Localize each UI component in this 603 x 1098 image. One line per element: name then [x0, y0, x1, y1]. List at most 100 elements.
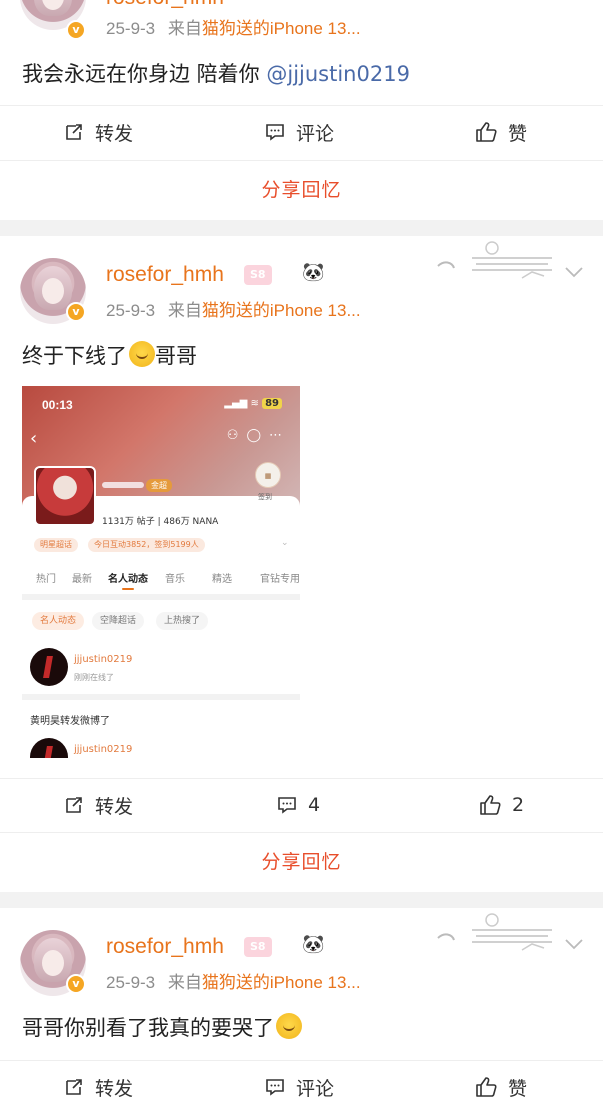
mention-link[interactable]: @jjjustin0219 [266, 62, 410, 86]
post-text: 我会永远在你身边 陪着你 @jjjustin0219 [22, 58, 410, 88]
tab: 音乐 [165, 574, 185, 585]
post-text-body: 终于下线了 [22, 344, 127, 368]
share-memory-button[interactable]: 分享回忆 [0, 160, 603, 218]
post-divider [0, 892, 603, 908]
comment-button[interactable]: 4 [276, 779, 320, 831]
repost-label: 转发 [95, 795, 134, 818]
chevron-down-icon[interactable] [563, 932, 585, 954]
repost-icon [66, 797, 82, 813]
repost-icon [66, 124, 82, 140]
post-text-body: 我会永远在你身边 陪着你 [22, 62, 267, 86]
like-button[interactable]: 赞 [474, 106, 527, 158]
level-badge: S8 [244, 265, 272, 285]
post-meta: 25-9-3 来自猫狗送的iPhone 13... [106, 296, 361, 321]
post-meta: 25-9-3 来自猫狗送的iPhone 13... [106, 14, 361, 39]
action-bar: 转发 4 2 [0, 778, 603, 830]
user-status: 刚刚在线了 [74, 673, 114, 682]
signin-label: 签到 [258, 493, 272, 501]
panda-icon: 🐼 [302, 934, 325, 955]
action-bar: 转发 评论 赞 [0, 105, 603, 157]
repost-button[interactable]: 转发 [63, 1061, 133, 1098]
repost-note: 黄明昊转发微博了 [30, 716, 110, 727]
crying-emoji-icon [129, 341, 155, 367]
post-meta: 25-9-3 来自猫狗送的iPhone 13... [106, 968, 361, 993]
source-prefix: 来自 [167, 973, 202, 992]
post-text-tail: 哥哥 [155, 344, 197, 368]
comment-icon [278, 797, 296, 814]
calendar-icon: ▦ [255, 462, 281, 488]
post-date: 25-9-3 [106, 301, 156, 320]
verified-badge-icon: v [66, 302, 86, 322]
like-count: 2 [512, 794, 525, 816]
comment-button[interactable]: 评论 [264, 1061, 334, 1098]
post-card: v rosefor_hmh 25-9-3 来自猫狗送的iPhone 13... … [0, 0, 603, 220]
post-divider [0, 220, 603, 236]
status-icons: ▂▄▆ ≋ 89 [224, 398, 282, 409]
decoration-ornament-icon [437, 241, 552, 279]
chevron-down-icon[interactable] [563, 260, 585, 282]
level-badge: S8 [244, 937, 272, 957]
verified-badge-icon: v [66, 974, 86, 994]
header-icons: ⚇◯⋯ [226, 428, 290, 443]
thumbs-up-icon [476, 1077, 497, 1097]
user-avatar [30, 648, 68, 686]
filter-chip: 空降超话 [92, 612, 145, 630]
username[interactable]: rosefor_hmh [106, 0, 224, 10]
repost-icon [66, 1079, 82, 1095]
source-device[interactable]: 猫狗送的iPhone 13... [202, 301, 361, 320]
like-button[interactable]: 2 [478, 779, 524, 831]
action-bar: 转发 评论 赞 [0, 1060, 603, 1098]
divider [22, 694, 300, 700]
like-label: 赞 [508, 1077, 528, 1098]
post-text: 终于下线了 哥哥 [22, 340, 197, 370]
comment-icon [266, 1079, 284, 1096]
filter-chip: 名人动态 [32, 612, 85, 630]
source-prefix: 来自 [167, 19, 202, 38]
blurred-name [102, 482, 144, 488]
post-text-body: 哥哥你别看了我真的要哭了 [22, 1016, 274, 1040]
divider [22, 594, 300, 600]
share-memory-button[interactable]: 分享回忆 [0, 832, 603, 890]
like-label: 赞 [508, 122, 528, 145]
post-text: 哥哥你别看了我真的要哭了 [22, 1012, 302, 1042]
source-device[interactable]: 猫狗送的iPhone 13... [202, 973, 361, 992]
username[interactable]: rosefor_hmh [106, 263, 224, 287]
status-time: 00:13 [42, 398, 73, 412]
comment-button[interactable]: 评论 [264, 106, 334, 158]
repost-button[interactable]: 转发 [63, 779, 133, 831]
repost-button[interactable]: 转发 [63, 106, 133, 158]
tab-indicator [122, 588, 134, 590]
gold-badge: 金超 [146, 479, 172, 492]
tab: 精选 [212, 574, 232, 585]
thumbs-up-icon [476, 122, 497, 142]
username[interactable]: rosefor_hmh [106, 935, 224, 959]
chevron-down-icon: ⌄ [281, 538, 289, 548]
comment-label: 评论 [296, 122, 335, 145]
thumbs-up-icon [480, 795, 501, 815]
panda-icon: 🐼 [302, 262, 325, 283]
comment-count: 4 [308, 794, 321, 816]
repost-label: 转发 [95, 122, 134, 145]
back-arrow-icon: ‹ [30, 428, 38, 449]
crying-emoji-icon [276, 1013, 302, 1039]
source-device[interactable]: 猫狗送的iPhone 13... [202, 19, 361, 38]
topic-pill: 今日互动3852，签到5199人 [88, 538, 205, 552]
repost-label: 转发 [95, 1077, 134, 1098]
tab-active: 名人动态 [108, 574, 148, 585]
decoration-ornament-icon [437, 913, 552, 951]
post-date: 25-9-3 [106, 973, 156, 992]
tab: 最新 [72, 574, 92, 585]
user-name: jjjustin0219 [74, 654, 133, 665]
post-date: 25-9-3 [106, 19, 156, 38]
user-name: jjjustin0219 [74, 744, 133, 755]
topic-counts: 1131万 帖子 | 486万 NANA [102, 517, 219, 527]
tab: 热门 [36, 574, 56, 585]
like-button[interactable]: 赞 [474, 1061, 527, 1098]
attached-screenshot-image[interactable]: 00:13 ▂▄▆ ≋ 89 ‹ ⚇◯⋯ 金超 ▦ 签到 1131万 帖子 | … [22, 386, 300, 758]
battery-icon: 89 [262, 398, 282, 409]
tab: 官钻专用 [260, 574, 300, 585]
topic-pill: 明星超话 [34, 538, 78, 552]
comment-icon [266, 124, 284, 141]
comment-label: 评论 [296, 1077, 335, 1098]
filter-chip: 上热搜了 [156, 612, 209, 630]
